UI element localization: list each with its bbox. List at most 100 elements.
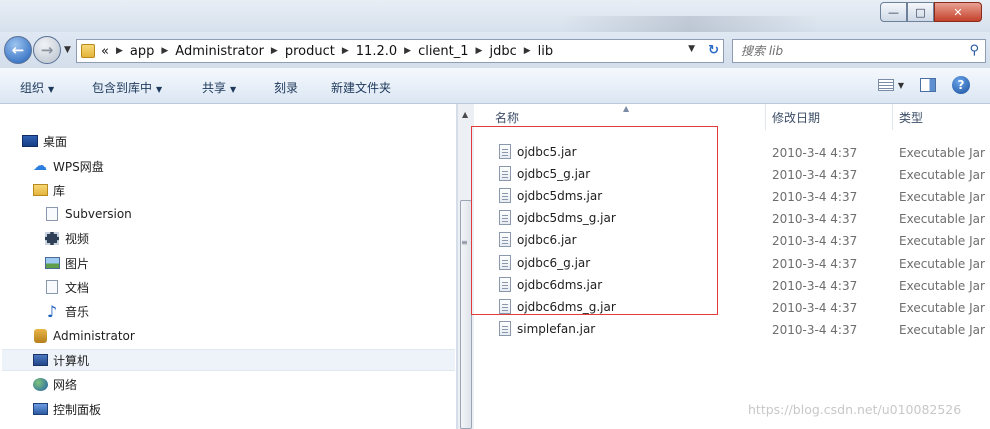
navigation-pane: 桌面 ☁ WPS网盘 库 Subversion 视频 图片 文档 ♪ 音乐 Ad… [0, 104, 457, 429]
jar-file-icon [499, 188, 511, 203]
document-icon [44, 280, 60, 294]
file-date: 2010-3-4 4:37 [772, 168, 858, 182]
control-panel-icon [32, 402, 48, 416]
address-dropdown-icon[interactable]: ▼ [688, 44, 695, 54]
nav-item-administrator[interactable]: Administrator [32, 325, 135, 347]
grip-icon: ≡ [461, 238, 468, 247]
organize-menu[interactable]: 组织 ▼ [20, 79, 54, 96]
nav-item-control-panel[interactable]: 控制面板 [32, 398, 101, 420]
nav-item-documents[interactable]: 文档 [44, 276, 89, 298]
chevron-right-icon[interactable]: ▶ [161, 46, 168, 56]
breadcrumb-item[interactable]: jdbc [489, 44, 516, 59]
maximize-button[interactable]: □ [907, 2, 934, 22]
file-name: ojdbc6_g.jar [517, 255, 591, 270]
chevron-right-icon[interactable]: ▶ [342, 46, 349, 56]
column-header-name[interactable]: 名称 [489, 104, 766, 130]
breadcrumb-item[interactable]: lib [538, 44, 553, 59]
file-date: 2010-3-4 4:37 [772, 323, 858, 337]
jar-file-icon [499, 277, 511, 292]
file-row[interactable]: ojdbc5_g.jar 2010-3-4 4:37 Executable Ja… [475, 163, 990, 185]
scrollbar-thumb[interactable] [460, 200, 472, 429]
file-row[interactable]: ojdbc5.jar 2010-3-4 4:37 Executable Jar [475, 141, 990, 163]
scroll-up-icon[interactable]: ▲ [462, 110, 468, 119]
command-bar: 组织 ▼ 包含到库中 ▼ 共享 ▼ 刻录 新建文件夹 ▼ ? [0, 68, 990, 104]
file-row[interactable]: ojdbc6dms.jar 2010-3-4 4:37 Executable J… [475, 274, 990, 296]
breadcrumb-item[interactable]: 11.2.0 [356, 44, 397, 59]
column-header-type[interactable]: 类型 [893, 104, 990, 130]
file-type: Executable Jar [899, 257, 985, 271]
column-label: 名称 [495, 110, 520, 125]
breadcrumb-overflow[interactable]: « [101, 44, 109, 59]
breadcrumb-item[interactable]: client_1 [418, 44, 468, 59]
chevron-right-icon[interactable]: ▶ [524, 46, 531, 56]
organize-label: 组织 [20, 81, 45, 95]
nav-item-videos[interactable]: 视频 [44, 227, 89, 249]
jar-file-icon [499, 255, 511, 270]
file-row[interactable]: simplefan.jar 2010-3-4 4:37 Executable J… [475, 318, 990, 340]
chevron-right-icon[interactable]: ▶ [404, 46, 411, 56]
column-label: 类型 [899, 110, 924, 125]
jar-file-icon [499, 232, 511, 247]
file-name: ojdbc6dms.jar [517, 277, 603, 292]
address-bar[interactable]: « ▶ app ▶ Administrator ▶ product ▶ 11.2… [76, 39, 724, 63]
recent-pages-dropdown[interactable]: ▼ [64, 45, 71, 55]
nav-item-computer[interactable]: 计算机 [2, 349, 455, 371]
file-row[interactable]: ojdbc5dms.jar 2010-3-4 4:37 Executable J… [475, 185, 990, 207]
nav-item-music[interactable]: ♪ 音乐 [44, 300, 89, 322]
search-icon[interactable]: ⚲ [969, 43, 979, 58]
dropdown-arrow-icon: ▼ [230, 85, 237, 94]
burn-button[interactable]: 刻录 [274, 79, 298, 96]
breadcrumb-item[interactable]: app [130, 44, 154, 59]
breadcrumb-item[interactable]: Administrator [175, 44, 264, 59]
new-folder-button[interactable]: 新建文件夹 [331, 79, 391, 96]
nav-item-network[interactable]: 网络 [32, 373, 77, 395]
chevron-right-icon[interactable]: ▶ [271, 46, 278, 56]
view-dropdown-icon[interactable]: ▼ [898, 81, 904, 90]
nav-item-pictures[interactable]: 图片 [44, 252, 89, 274]
nav-item-library[interactable]: 库 [32, 179, 65, 201]
file-type: Executable Jar [899, 168, 985, 182]
file-name: ojdbc5_g.jar [517, 166, 591, 181]
column-label: 修改日期 [772, 110, 821, 125]
file-type: Executable Jar [899, 301, 985, 315]
jar-file-icon [499, 144, 511, 159]
file-row[interactable]: ojdbc6_g.jar 2010-3-4 4:37 Executable Ja… [475, 252, 990, 274]
view-controls: ▼ ? [877, 76, 970, 94]
file-name: ojdbc5dms_g.jar [517, 210, 616, 225]
file-type: Executable Jar [899, 190, 985, 204]
search-input[interactable] [741, 44, 961, 58]
dropdown-arrow-icon: ▼ [156, 85, 163, 94]
search-box[interactable]: ⚲ [732, 39, 986, 63]
forward-button[interactable]: → [33, 36, 61, 64]
close-button[interactable]: ✕ [934, 2, 982, 22]
breadcrumb-item[interactable]: product [285, 44, 335, 59]
nav-item-desktop[interactable]: 桌面 [22, 130, 67, 152]
file-date: 2010-3-4 4:37 [772, 301, 858, 315]
column-header-modified[interactable]: 修改日期 [766, 104, 893, 130]
file-row[interactable]: ojdbc5dms_g.jar 2010-3-4 4:37 Executable… [475, 207, 990, 229]
nav-label: 音乐 [65, 304, 90, 319]
navigation-scrollbar[interactable]: ▲ ≡ [457, 104, 474, 429]
music-note-icon: ♪ [46, 301, 58, 321]
file-row[interactable]: ojdbc6dms_g.jar 2010-3-4 4:37 Executable… [475, 296, 990, 318]
preview-pane-icon[interactable] [920, 78, 936, 92]
nav-label: Subversion [65, 207, 132, 221]
nav-item-subversion[interactable]: Subversion [44, 203, 132, 225]
nav-label: 网络 [53, 377, 78, 392]
nav-item-wps[interactable]: ☁ WPS网盘 [32, 155, 104, 177]
share-label: 共享 [202, 81, 227, 95]
include-in-library-menu[interactable]: 包含到库中 ▼ [92, 79, 162, 96]
minimize-button[interactable]: — [880, 2, 907, 22]
refresh-icon[interactable]: ↻ [708, 43, 719, 58]
file-type: Executable Jar [899, 234, 985, 248]
back-button[interactable]: ← [4, 36, 32, 64]
help-icon[interactable]: ? [952, 76, 970, 94]
view-options-icon[interactable] [877, 79, 894, 91]
file-type: Executable Jar [899, 323, 985, 337]
share-menu[interactable]: 共享 ▼ [202, 79, 236, 96]
file-row[interactable]: ojdbc6.jar 2010-3-4 4:37 Executable Jar [475, 229, 990, 251]
file-date: 2010-3-4 4:37 [772, 257, 858, 271]
chevron-right-icon[interactable]: ▶ [476, 46, 483, 56]
jar-file-icon [499, 321, 511, 336]
nav-label: 图片 [65, 256, 90, 271]
